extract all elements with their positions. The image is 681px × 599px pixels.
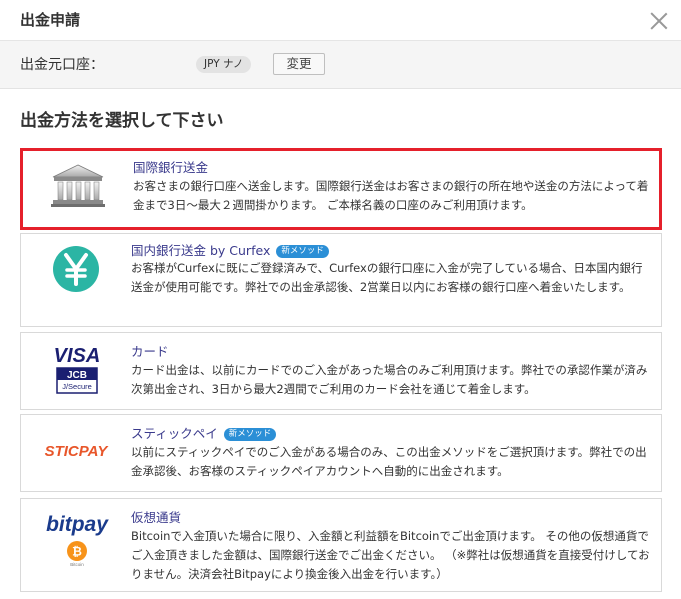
method-name-text: スティックペイ [131,426,218,441]
source-account-label: 出金元口座： [20,57,104,73]
method-name: 仮想通貨 [131,510,182,525]
method-sticpay[interactable]: STICPAY スティックペイ 新メソッド 以前にスティックペイでのご入金がある場… [20,414,662,492]
method-description: 以前にスティックペイでのご入金がある場合のみ、この出金メソッドをご選択頂けます。… [131,445,647,478]
method-description: カード出金は、以前にカードでのご入金があった場合のみご利用頂けます。弊社での承認… [131,363,648,396]
method-name: 国内銀行送金 by Curfex 新メソッド [131,240,329,259]
new-method-badge: 新メソッド [276,245,329,258]
method-crypto-bitpay[interactable]: bitpay ₿ Bitcoin 仮想通貨 Bitcoinで入金頂いた場合に限り… [20,498,662,592]
sticpay-icon: STICPAY [45,443,110,460]
new-method-badge: 新メソッド [223,428,277,441]
sticpay-logo-text: STICPAY [45,443,110,460]
visa-logo-text: VISA [54,345,101,367]
source-account-row: 出金元口座： JPY ナノ 変更 [0,41,681,89]
bitpay-logo-text: bitpay [46,513,109,536]
method-international-bank[interactable]: 国際銀行送金 お客さまの銀行口座へ送金します。国際銀行送金はお客さまの銀行の所在… [20,148,662,230]
account-chip: JPY ナノ [196,56,252,73]
method-description: お客様がCurfexに既にご登録済みで、Curfexの銀行口座に入金が完了してい… [131,261,643,294]
method-card[interactable]: VISA JCB J/Secure カード カード出金は、以前にカードでのご入金… [20,332,662,410]
section-title: 出金方法を選択して下さい [20,111,224,131]
method-name: カード [131,344,169,359]
card-icon: VISA JCB J/Secure [54,345,101,394]
bitpay-icon: bitpay ₿ Bitcoin [46,513,109,567]
close-icon[interactable] [648,10,670,32]
modal-header: 出金申請 [0,0,681,41]
method-description: Bitcoinで入金頂いた場合に限り、入金額と利益額をBitcoinでご出金頂け… [131,529,650,581]
method-name: スティックペイ 新メソッド [131,423,277,442]
change-button[interactable]: 変更 [273,53,325,75]
jsecure-logo-text: J/Secure [62,382,92,391]
method-domestic-bank-curfex[interactable]: 国内銀行送金 by Curfex 新メソッド お客様がCurfexに既にご登録済み… [20,233,662,327]
method-name: 国際銀行送金 [133,160,209,175]
yen-icon [53,246,99,292]
jcb-logo-text: JCB [67,370,87,381]
modal-title: 出金申請 [20,11,81,29]
method-description: お客さまの銀行口座へ送金します。国際銀行送金はお客さまの銀行の所在地や送金の方法… [133,179,649,212]
bitcoin-label: Bitcoin [70,562,84,567]
method-name-text: 国内銀行送金 by Curfex [131,243,271,258]
bank-icon [51,164,105,207]
bitcoin-symbol: ₿ [72,545,82,559]
